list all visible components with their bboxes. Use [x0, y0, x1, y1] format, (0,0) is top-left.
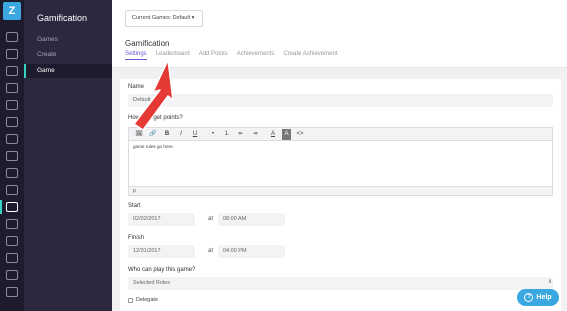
- outdent-icon[interactable]: ⇤: [234, 129, 248, 140]
- tab-achievements[interactable]: Achievements: [237, 51, 275, 60]
- finish-at-label: at: [208, 248, 214, 254]
- finish-time-input[interactable]: 04:00 PM: [218, 245, 285, 258]
- role-checkbox-delegate[interactable]: Delegate: [128, 297, 158, 303]
- highlight-icon[interactable]: A: [282, 128, 291, 140]
- trophy-icon[interactable]: [6, 202, 18, 212]
- page-title: Gamification: [125, 39, 170, 48]
- rules-editor[interactable]: 🖼 🔗 B I U • 1. ⇤ ⇥ A A <> game rules go …: [128, 127, 553, 196]
- sidebar-item-game[interactable]: Game: [24, 64, 112, 78]
- reports-icon[interactable]: [6, 100, 18, 110]
- image-icon[interactable]: 🖼: [132, 129, 146, 140]
- sidebar: Gamification Games Create Game: [24, 0, 112, 311]
- roles-select[interactable]: Selected Roles: [128, 277, 553, 290]
- app-logo[interactable]: Z: [3, 2, 21, 20]
- name-input[interactable]: Default: [128, 94, 553, 107]
- editor-toolbar: 🖼 🔗 B I U • 1. ⇤ ⇥ A A <>: [129, 128, 552, 141]
- help-label: Help: [536, 294, 552, 301]
- numbered-list-icon[interactable]: 1.: [220, 129, 234, 140]
- name-label: Name: [128, 84, 145, 90]
- start-at-label: at: [208, 216, 214, 222]
- list-icon[interactable]: [6, 151, 18, 161]
- grid-icon[interactable]: [6, 219, 18, 229]
- page-header: Current Games: Default ▾ Gamification Se…: [112, 0, 567, 68]
- code-icon[interactable]: <>: [293, 129, 307, 140]
- text-color-icon[interactable]: A: [266, 129, 280, 140]
- current-game-select[interactable]: Current Games: Default ▾: [125, 10, 203, 27]
- card-icon[interactable]: [6, 253, 18, 263]
- main-content: Current Games: Default ▾ Gamification Se…: [112, 0, 567, 311]
- role-label: Delegate: [136, 297, 159, 303]
- sidebar-item-games[interactable]: Games: [24, 33, 112, 47]
- settings-form: Name Default How do I get points? 🖼 🔗 B …: [120, 79, 561, 311]
- question-icon: ?: [524, 293, 534, 302]
- editor-status-bar: p: [129, 186, 552, 195]
- tab-leaderboard[interactable]: Leaderboard: [156, 51, 190, 60]
- start-label: Start: [128, 203, 141, 209]
- users-icon[interactable]: [6, 66, 18, 76]
- icon-rail: Z: [0, 0, 24, 311]
- copy-icon[interactable]: [6, 185, 18, 195]
- underline-icon[interactable]: U: [188, 129, 202, 140]
- bullet-list-icon[interactable]: •: [206, 129, 220, 140]
- start-time-input[interactable]: 08:00 AM: [218, 213, 285, 226]
- editor-content[interactable]: game rules go here.: [133, 144, 174, 149]
- link-icon[interactable]: 🔗: [146, 129, 160, 140]
- inbox-icon[interactable]: [6, 49, 18, 59]
- rail-active-indicator: [0, 200, 2, 214]
- tab-settings[interactable]: Settings: [125, 51, 147, 60]
- dashboard-icon[interactable]: [6, 32, 18, 42]
- indent-icon[interactable]: ⇥: [248, 129, 262, 140]
- finish-date-input[interactable]: 12/31/2017: [128, 245, 195, 258]
- start-date-input[interactable]: 02/02/2017: [128, 213, 195, 226]
- checkbox-icon[interactable]: [128, 297, 133, 303]
- select-caret-icon[interactable]: ⇕: [548, 279, 552, 285]
- tab-create-achievement[interactable]: Create Achievement: [283, 51, 337, 60]
- sidebar-title: Gamification: [37, 13, 88, 23]
- eye-icon[interactable]: [6, 236, 18, 246]
- messages-icon[interactable]: [6, 134, 18, 144]
- help-button[interactable]: ? Help: [517, 289, 559, 306]
- bold-icon[interactable]: B: [160, 129, 174, 140]
- sidebar-item-create[interactable]: Create: [24, 48, 112, 62]
- italic-icon[interactable]: I: [174, 129, 188, 140]
- tab-add-points[interactable]: Add Points: [199, 51, 228, 60]
- how-label: How do I get points?: [128, 115, 183, 121]
- tab-bar: Settings Leaderboard Add Points Achievem…: [125, 51, 337, 60]
- play-label: Who can play this game?: [128, 267, 196, 273]
- calendar-icon[interactable]: [6, 83, 18, 93]
- chart-icon[interactable]: [6, 117, 18, 127]
- logout-icon[interactable]: [6, 287, 18, 297]
- tools-icon[interactable]: [6, 168, 18, 178]
- settings-icon[interactable]: [6, 270, 18, 280]
- finish-label: Finish: [128, 235, 145, 241]
